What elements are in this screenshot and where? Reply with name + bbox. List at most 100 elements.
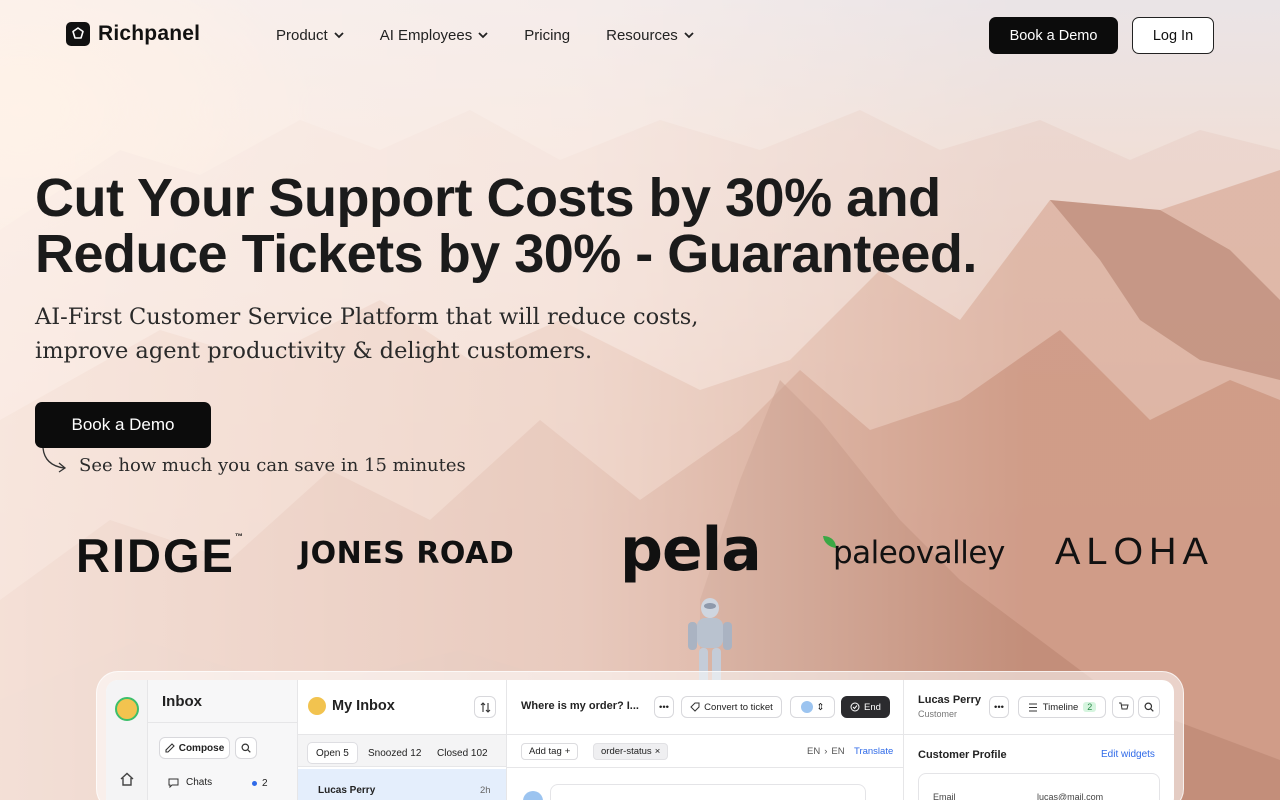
menu-ai-employees[interactable]: AI Employees bbox=[380, 27, 489, 44]
logo-ridge: RIDGE™ bbox=[76, 528, 245, 583]
logo-pela: pela bbox=[620, 515, 762, 585]
list-icon bbox=[1028, 703, 1037, 711]
logo-paleovalley: paleovalley bbox=[833, 535, 1005, 571]
chevron-down-icon bbox=[334, 31, 344, 42]
convert-label: Convert to ticket bbox=[704, 701, 773, 713]
divider bbox=[148, 722, 297, 723]
my-inbox-title: My Inbox bbox=[332, 698, 395, 714]
add-tag-label: Add tag bbox=[529, 746, 562, 757]
conversation-title: Where is my order? I... bbox=[521, 700, 639, 712]
more-icon: ••• bbox=[994, 701, 1004, 713]
timeline-count-badge: 2 bbox=[1083, 702, 1097, 712]
hero-subtitle-line1: AI-First Customer Service Platform that … bbox=[35, 304, 699, 330]
main-menu: Product AI Employees Pricing Resources bbox=[276, 27, 730, 44]
sort-icon bbox=[480, 701, 490, 713]
chevron-right-icon: › bbox=[824, 746, 828, 757]
conversation-toolbar: Add tag + order-status × EN › EN Transla… bbox=[507, 734, 903, 768]
hero-subtitle-line2: improve agent productivity & delight cus… bbox=[35, 338, 593, 364]
chevron-down-icon bbox=[478, 31, 488, 42]
cart-icon bbox=[1118, 702, 1129, 710]
edit-icon bbox=[165, 743, 175, 753]
logo-ridge-text: RIDGE bbox=[76, 529, 235, 582]
avatar[interactable] bbox=[115, 697, 139, 721]
avatar bbox=[800, 701, 813, 713]
divider bbox=[904, 734, 1174, 735]
unread-dot bbox=[252, 781, 257, 786]
cta-note: See how much you can save in 15 minutes bbox=[79, 455, 466, 476]
inbox-title: Inbox bbox=[162, 693, 202, 710]
tab-open[interactable]: Open 5 bbox=[307, 742, 358, 764]
top-navigation: Richpanel Product AI Employees Pricing R… bbox=[0, 0, 1280, 72]
timeline-label: Timeline bbox=[1042, 701, 1079, 713]
menu-ai-employees-label: AI Employees bbox=[379, 27, 473, 44]
cart-button[interactable] bbox=[1112, 696, 1134, 718]
curved-arrow-icon bbox=[42, 447, 67, 473]
logo-jones-road: JONES ROAD bbox=[299, 536, 515, 571]
inbox-search-button[interactable] bbox=[235, 737, 257, 759]
message-bubble bbox=[550, 784, 866, 800]
brand-name: Richpanel bbox=[98, 22, 201, 45]
app-rail bbox=[106, 680, 148, 800]
end-button[interactable]: End bbox=[841, 696, 890, 718]
hero-subtitle: AI-First Customer Service Platform that … bbox=[35, 300, 735, 368]
translate-link[interactable]: Translate bbox=[854, 746, 893, 757]
profile-search-button[interactable] bbox=[1138, 696, 1160, 718]
login-button[interactable]: Log In bbox=[1132, 17, 1214, 54]
book-demo-nav-button[interactable]: Book a Demo bbox=[989, 17, 1118, 54]
menu-product[interactable]: Product bbox=[276, 27, 344, 44]
compose-label: Compose bbox=[178, 742, 225, 754]
menu-pricing[interactable]: Pricing bbox=[524, 27, 570, 44]
menu-resources-label: Resources bbox=[606, 27, 678, 44]
row-time: 2h bbox=[480, 785, 491, 796]
chats-label: Chats bbox=[186, 777, 213, 788]
sidebar-item-chats[interactable]: Chats bbox=[168, 777, 212, 788]
tab-snoozed[interactable]: Snoozed 12 bbox=[368, 742, 421, 764]
plus-icon: + bbox=[564, 746, 571, 757]
tag-chip-label: order-status bbox=[601, 746, 652, 757]
compose-button[interactable]: Compose bbox=[159, 737, 230, 759]
richpanel-logo-icon bbox=[66, 22, 90, 46]
lang-from: EN bbox=[807, 746, 821, 757]
tag-chip[interactable]: order-status × bbox=[593, 743, 669, 760]
customer-profile-heading: Customer Profile bbox=[918, 749, 1007, 761]
inbox-panel: Inbox Compose Chats 2 bbox=[148, 680, 298, 800]
convert-to-ticket-button[interactable]: Convert to ticket bbox=[681, 696, 782, 718]
email-label: Email bbox=[933, 792, 956, 800]
more-options-button[interactable]: ••• bbox=[654, 696, 674, 718]
logo-ridge-tm: ™ bbox=[234, 532, 245, 541]
menu-product-label: Product bbox=[276, 27, 328, 44]
profile-name: Lucas Perry bbox=[918, 694, 981, 706]
book-demo-hero-button[interactable]: Book a Demo bbox=[35, 402, 211, 448]
chats-count: 2 bbox=[252, 778, 268, 789]
assignee-select[interactable]: ⇕ bbox=[790, 696, 835, 718]
profile-more-button[interactable]: ••• bbox=[989, 696, 1009, 718]
sort-button[interactable] bbox=[474, 696, 496, 718]
menu-resources[interactable]: Resources bbox=[606, 27, 694, 44]
home-icon[interactable] bbox=[119, 771, 135, 787]
chats-count-value: 2 bbox=[262, 778, 268, 789]
logo-aloha: ALOHA bbox=[1055, 531, 1214, 573]
edit-widgets-link[interactable]: Edit widgets bbox=[1101, 749, 1155, 760]
app-preview: Inbox Compose Chats 2 My Inbox Open 5 Sn… bbox=[106, 680, 1174, 800]
hero-headline: Cut Your Support Costs by 30% and Reduce… bbox=[35, 170, 1035, 282]
close-icon[interactable]: × bbox=[655, 746, 661, 757]
hero-headline-line2: Reduce Tickets by 30% - Guaranteed. bbox=[35, 224, 977, 284]
email-value: lucas@mail.com bbox=[1037, 792, 1104, 800]
tab-closed[interactable]: Closed 102 bbox=[437, 742, 488, 764]
end-label: End bbox=[864, 701, 881, 713]
avatar bbox=[308, 697, 326, 715]
timeline-button[interactable]: Timeline 2 bbox=[1018, 696, 1106, 718]
more-icon: ••• bbox=[659, 701, 669, 713]
inbox-tabs: Open 5 Snoozed 12 Closed 102 bbox=[298, 734, 506, 767]
profile-role: Customer bbox=[918, 709, 958, 719]
chat-icon bbox=[168, 778, 179, 788]
brand-logo[interactable]: Richpanel bbox=[66, 22, 200, 46]
search-icon bbox=[1144, 702, 1154, 712]
lang-to: EN bbox=[831, 746, 845, 757]
add-tag-button[interactable]: Add tag + bbox=[521, 743, 579, 760]
avatar bbox=[523, 791, 543, 800]
search-icon bbox=[241, 743, 251, 753]
chevron-updown-icon: ⇕ bbox=[816, 701, 825, 713]
check-circle-icon bbox=[850, 702, 860, 712]
conversation-panel: Where is my order? I... ••• Convert to t… bbox=[507, 680, 904, 800]
